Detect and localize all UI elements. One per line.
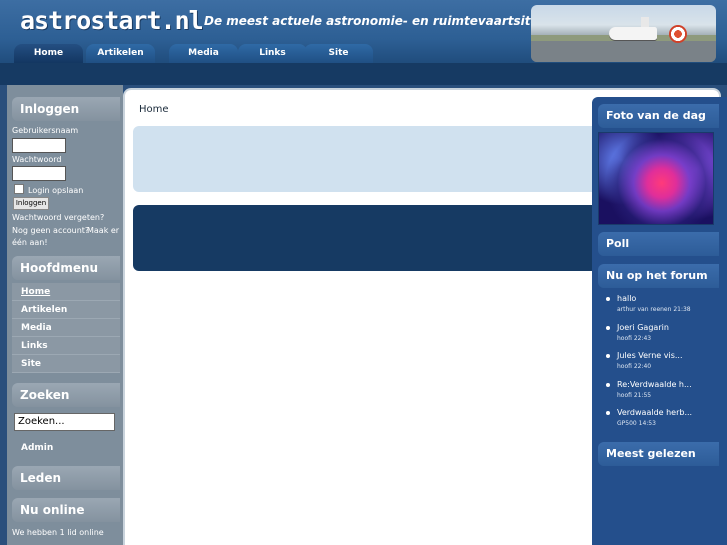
tab-links[interactable]: Links (238, 44, 307, 64)
bullet-icon (606, 383, 610, 387)
password-label: Wachtwoord (12, 155, 62, 164)
popular-heading: Meest gelezen (598, 442, 719, 466)
photo-of-day-image[interactable] (598, 132, 714, 225)
username-field[interactable] (12, 138, 66, 153)
admin-link[interactable]: Admin (12, 439, 120, 457)
poll-heading: Poll (598, 232, 719, 256)
search-input[interactable]: Zoeken... (14, 413, 115, 431)
online-text: We hebben 1 lid online (12, 528, 104, 537)
register-text: Nog geen account? (12, 226, 90, 235)
content-box-light (133, 126, 603, 192)
forgot-password-link[interactable]: Wachtwoord vergeten? (12, 213, 104, 222)
forum-item-title[interactable]: Re:Verdwaalde h... (617, 380, 692, 389)
tab-home[interactable]: Home (14, 44, 83, 64)
forum-item-meta: GP500 14:53 (617, 420, 656, 427)
login-button[interactable]: Inloggen (13, 197, 49, 210)
content-box-dark (133, 205, 603, 271)
members-heading: Leden (12, 466, 120, 490)
nav-strip (0, 63, 727, 85)
mainmenu-item-links[interactable]: Links (12, 337, 120, 355)
bullet-icon (606, 297, 610, 301)
forum-item-title[interactable]: Jules Verne vis... (617, 351, 683, 360)
mainmenu-item-home[interactable]: Home (12, 283, 120, 301)
forum-heading: Nu op het forum (598, 264, 719, 288)
photo-of-day-heading: Foto van de dag (598, 104, 719, 128)
register-link-2[interactable]: één aan! (12, 238, 48, 247)
header-shuttle-photo (531, 5, 716, 62)
forum-item-meta: hoofi 22:43 (617, 335, 652, 342)
online-heading: Nu online (12, 498, 120, 522)
forum-item-title[interactable]: hallo (617, 294, 636, 303)
bullet-icon (606, 411, 610, 415)
password-field[interactable] (12, 166, 66, 181)
register-link[interactable]: Maak er (87, 226, 119, 235)
search-heading: Zoeken (12, 383, 120, 407)
tab-site[interactable]: Site (304, 44, 373, 64)
forum-item-meta: arthur van reenen 21:38 (617, 306, 691, 313)
forum-item-title[interactable]: Joeri Gagarin (617, 323, 669, 332)
login-heading: Inloggen (12, 97, 120, 121)
mainmenu-item-media[interactable]: Media (12, 319, 120, 337)
bullet-icon (606, 354, 610, 358)
username-label: Gebruikersnaam (12, 126, 79, 135)
forum-item-meta: hoofi 21:55 (617, 392, 652, 399)
mainmenu-item-site[interactable]: Site (12, 355, 120, 373)
mainmenu-heading: Hoofdmenu (12, 256, 120, 280)
breadcrumb: Home (139, 104, 169, 115)
mainmenu-item-artikelen[interactable]: Artikelen (12, 301, 120, 319)
forum-item-meta: hoofi 22:40 (617, 363, 652, 370)
tab-media[interactable]: Media (169, 44, 238, 64)
bullet-icon (606, 326, 610, 330)
remember-checkbox[interactable] (14, 184, 24, 194)
forum-item-title[interactable]: Verdwaalde herb... (617, 408, 692, 417)
tab-artikelen[interactable]: Artikelen (86, 44, 155, 64)
remember-label: Login opslaan (28, 186, 84, 195)
site-logo[interactable]: astrostart.nl (20, 6, 204, 35)
